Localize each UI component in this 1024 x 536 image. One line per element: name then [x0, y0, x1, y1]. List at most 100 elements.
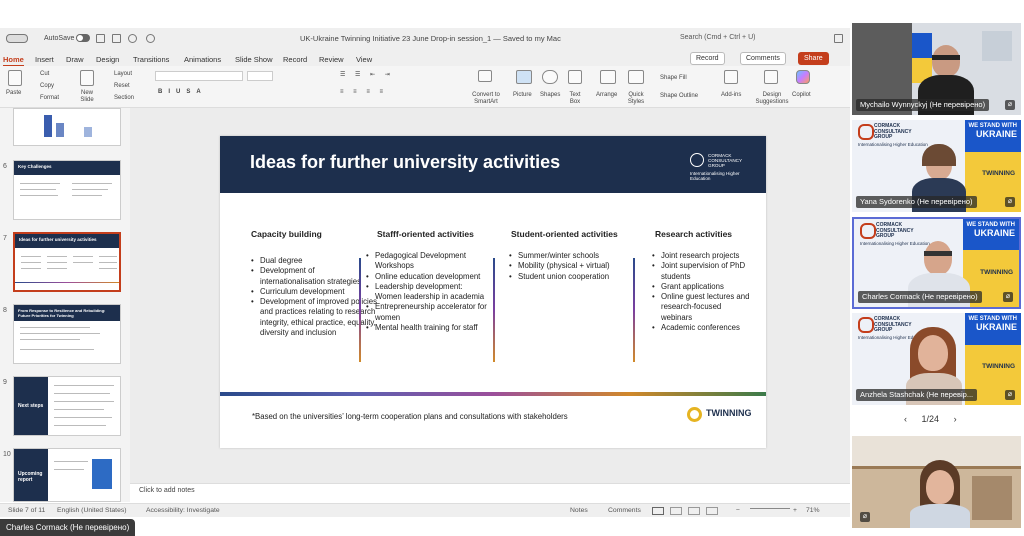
- redo-icon[interactable]: [146, 34, 155, 43]
- slide-counter: Slide 7 of 11: [8, 507, 46, 514]
- reset-button[interactable]: Reset: [114, 83, 130, 89]
- layout-button[interactable]: Layout: [114, 71, 132, 77]
- section-button[interactable]: Section: [114, 95, 134, 101]
- twinning-tile-logo: TWINNING: [980, 269, 1013, 276]
- tab-transitions[interactable]: Transitions: [133, 55, 169, 64]
- autosave-toggle[interactable]: [76, 34, 90, 42]
- zoom-out-button[interactable]: −: [736, 507, 740, 514]
- new-slide-icon[interactable]: [80, 70, 94, 86]
- column-divider: [359, 258, 361, 362]
- tab-home[interactable]: Home: [3, 55, 24, 67]
- slide[interactable]: Ideas for further university activities …: [220, 136, 766, 448]
- zoom-slider[interactable]: [750, 508, 790, 509]
- zoom-in-button[interactable]: +: [793, 507, 797, 514]
- active-speaker-label: Charles Cormack (Не перевірено): [0, 519, 136, 536]
- slide-thumbnail-9[interactable]: Next steps: [13, 376, 121, 436]
- we-stand-with-ukraine-banner: WE STAND WITH UKRAINE: [966, 222, 1015, 238]
- record-button[interactable]: Record: [690, 52, 725, 65]
- picture-label: Picture: [513, 92, 532, 98]
- participant-pager: ‹ 1/24 ›: [904, 414, 957, 424]
- column-staff-oriented: Stafff-oriented activities Pedagogical D…: [366, 229, 491, 334]
- shape-outline-button[interactable]: Shape Outline: [660, 93, 698, 99]
- participant-tile[interactable]: Mychailo Wynnyckyj (Не перевірено) ⌀: [852, 23, 1021, 115]
- thumbnail-title: From Response to Resilience and Rebuildi…: [18, 308, 106, 318]
- tab-insert[interactable]: Insert: [35, 55, 54, 64]
- status-bar: Slide 7 of 11 English (United States) Ac…: [0, 503, 850, 517]
- tab-slide-show[interactable]: Slide Show: [235, 55, 273, 64]
- slide-thumbnail-6[interactable]: Key Challenges: [13, 160, 121, 220]
- muted-mic-icon: ⌀: [1005, 197, 1015, 207]
- list-item: Leadership development: Women leadership…: [366, 282, 491, 303]
- tab-record[interactable]: Record: [283, 55, 307, 64]
- language-status[interactable]: English (United States): [57, 507, 127, 514]
- tab-draw[interactable]: Draw: [66, 55, 84, 64]
- tab-animations[interactable]: Animations: [184, 55, 221, 64]
- addins-icon[interactable]: [724, 70, 738, 84]
- participant-tile[interactable]: WE STAND WITH UKRAINE CORMACK CONSULTANCY…: [852, 313, 1021, 405]
- cormack-tile-logo: CORMACK CONSULTANCY GROUP: [858, 123, 918, 141]
- paste-icon[interactable]: [8, 70, 22, 86]
- slide-thumbnail-8[interactable]: From Response to Resilience and Rebuildi…: [13, 304, 121, 364]
- zoom-level[interactable]: 71%: [806, 507, 820, 514]
- font-size-select[interactable]: [247, 71, 273, 81]
- home-icon[interactable]: [96, 34, 105, 43]
- accessibility-status[interactable]: Accessibility: Investigate: [146, 507, 220, 514]
- design-suggestions-icon[interactable]: [764, 70, 778, 84]
- record-button-label: Record: [696, 55, 719, 62]
- notes-toggle[interactable]: Notes: [570, 507, 588, 514]
- cormack-tile-logo: CORMACK CONSULTANCY GROUP: [860, 222, 920, 240]
- notes-pane[interactable]: Click to add notes: [130, 483, 850, 501]
- pager-count: 1/24: [921, 414, 940, 424]
- copilot-label: Copilot: [792, 92, 811, 98]
- muted-mic-icon: ⌀: [860, 512, 870, 522]
- list-item: Summer/winter schools: [509, 251, 629, 262]
- slide-thumbnail-10[interactable]: Upcoming report: [13, 448, 121, 502]
- normal-view-icon[interactable]: [652, 507, 664, 515]
- cormack-tile-subtitle: Internationalising Higher Education: [858, 142, 928, 147]
- participant-name: Anzhela Stashchak (Не перевір...: [856, 389, 978, 401]
- undo-icon[interactable]: [128, 34, 137, 43]
- pager-next-icon[interactable]: ›: [954, 414, 957, 424]
- participant-name: Mychailo Wynnyckyj (Не перевірено): [856, 99, 990, 111]
- share-link-icon[interactable]: [834, 34, 843, 43]
- slide-sorter-icon[interactable]: [670, 507, 682, 515]
- picture-icon[interactable]: [516, 70, 532, 84]
- textbox-icon[interactable]: [568, 70, 582, 84]
- font-family-select[interactable]: [155, 71, 243, 81]
- document-title: UK-Ukraine Twinning Initiative 23 June D…: [300, 34, 561, 43]
- tab-design[interactable]: Design: [96, 55, 119, 64]
- quick-styles-label: Quick Styles: [627, 92, 645, 105]
- copilot-icon[interactable]: [796, 70, 810, 84]
- self-view-tile[interactable]: ⌀: [852, 436, 1021, 528]
- slide-thumbnail-7-selected[interactable]: Ideas for further university activities: [13, 232, 121, 292]
- font-style-buttons[interactable]: BIUSA: [158, 89, 207, 95]
- shape-fill-button[interactable]: Shape Fill: [660, 75, 687, 81]
- save-icon[interactable]: [112, 34, 121, 43]
- thumbnail-title: Upcoming report: [18, 471, 43, 483]
- format-painter-button[interactable]: Format: [40, 95, 59, 101]
- search-input[interactable]: Search (Cmd + Ctrl + U): [680, 34, 755, 41]
- paste-label: Paste: [6, 90, 22, 96]
- align-buttons[interactable]: ≡ ≡ ≡ ≡: [340, 89, 387, 95]
- participant-tile-active-speaker[interactable]: WE STAND WITH UKRAINE CORMACK CONSULTANCY…: [852, 217, 1021, 309]
- comments-toggle[interactable]: Comments: [608, 507, 641, 514]
- cut-button[interactable]: Cut: [40, 71, 49, 77]
- participant-tile[interactable]: WE STAND WITH UKRAINE CORMACK CONSULTANCY…: [852, 120, 1021, 212]
- sidebar-toggle-icon[interactable]: [6, 34, 28, 43]
- shapes-icon[interactable]: [542, 70, 558, 84]
- comments-button[interactable]: Comments: [740, 52, 786, 65]
- share-button[interactable]: Share: [798, 52, 829, 65]
- column-divider: [633, 258, 635, 362]
- list-buttons[interactable]: ☰ ☰ ⇤ ⇥: [340, 71, 394, 78]
- slide-thumbnail-5[interactable]: [13, 108, 121, 146]
- tab-review[interactable]: Review: [319, 55, 344, 64]
- quick-styles-icon[interactable]: [628, 70, 644, 84]
- slideshow-view-icon[interactable]: [706, 507, 718, 515]
- tab-view[interactable]: View: [356, 55, 372, 64]
- copy-button[interactable]: Copy: [40, 83, 54, 89]
- thumbnail-number: 9: [3, 379, 7, 386]
- smartart-icon[interactable]: [478, 70, 492, 82]
- arrange-icon[interactable]: [600, 70, 616, 84]
- reading-view-icon[interactable]: [688, 507, 700, 515]
- pager-prev-icon[interactable]: ‹: [904, 414, 907, 424]
